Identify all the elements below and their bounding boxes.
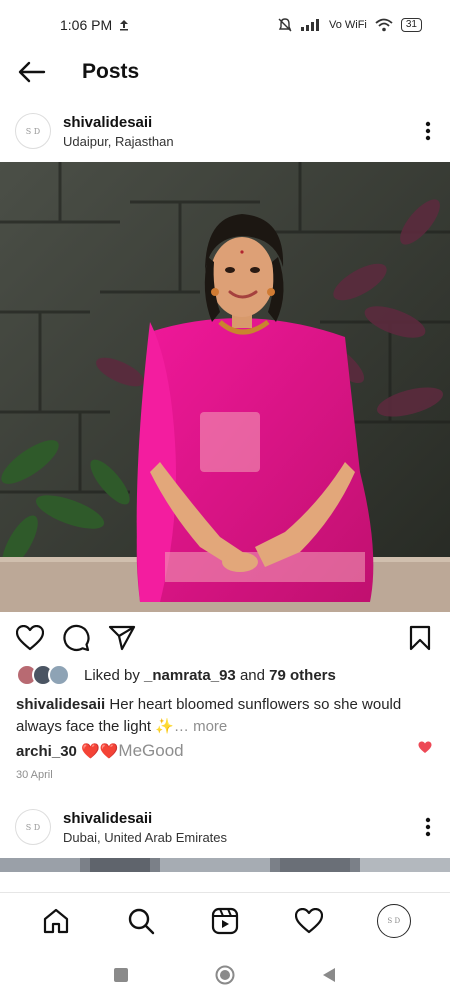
avatar xyxy=(48,664,70,686)
home-system-button[interactable] xyxy=(213,963,237,987)
recents-button[interactable] xyxy=(109,963,133,987)
system-navigation xyxy=(0,950,450,1000)
post-user-info: shivalidesaii Dubai, United Arab Emirate… xyxy=(63,810,227,845)
post-date: 30 April xyxy=(16,769,53,781)
arrow-left-icon xyxy=(18,61,46,83)
status-bar: 1:06 PM Vo WiFi 31 xyxy=(0,0,450,50)
post-header: S D shivalidesaii Udaipur, Rajasthan xyxy=(0,103,450,159)
page-title: Posts xyxy=(82,60,140,83)
overlay-watermark-text: MeGood xyxy=(118,741,184,760)
liker-username[interactable]: _namrata_93 xyxy=(144,667,236,684)
post-actions xyxy=(0,620,450,656)
upload-icon xyxy=(120,20,129,31)
avatar: S D xyxy=(376,903,411,938)
caption-username[interactable]: shivalidesaii xyxy=(16,696,105,713)
nav-profile-button[interactable]: S D xyxy=(372,899,416,943)
nav-activity-button[interactable] xyxy=(287,899,331,943)
square-icon xyxy=(114,968,128,982)
status-time-group: 1:06 PM xyxy=(60,17,130,33)
post-username[interactable]: shivalidesaii xyxy=(63,114,174,131)
heart-icon xyxy=(295,907,324,933)
network-label: Vo WiFi xyxy=(328,19,367,31)
post-user-info: shivalidesaii Udaipur, Rajasthan xyxy=(63,114,174,149)
more-options-button[interactable] xyxy=(406,109,450,153)
liker-avatars xyxy=(16,664,70,686)
avatar[interactable]: S D xyxy=(15,809,51,845)
post-location[interactable]: Udaipur, Rajasthan xyxy=(63,134,174,149)
like-button[interactable] xyxy=(16,624,44,652)
send-icon xyxy=(108,625,136,651)
save-button[interactable] xyxy=(406,624,434,652)
likes-and: and xyxy=(239,666,265,684)
nav-home-button[interactable] xyxy=(34,899,78,943)
bottom-navigation: S D xyxy=(0,892,450,948)
share-button[interactable] xyxy=(108,624,136,652)
post-image[interactable] xyxy=(0,162,450,612)
likes-count[interactable]: 79 others xyxy=(269,667,336,684)
wifi-icon xyxy=(375,18,393,32)
comment-button[interactable] xyxy=(62,624,90,652)
top-header: Posts xyxy=(0,50,450,94)
more-vertical-icon xyxy=(425,817,431,837)
post-username[interactable]: shivalidesaii xyxy=(63,810,227,827)
nav-search-button[interactable] xyxy=(119,899,163,943)
post-image[interactable] xyxy=(0,858,450,872)
signal-icon xyxy=(300,19,319,31)
status-icons: Vo WiFi 31 xyxy=(277,17,422,33)
search-icon xyxy=(128,908,154,934)
post-location[interactable]: Dubai, United Arab Emirates xyxy=(63,830,227,845)
comment-icon xyxy=(63,624,90,652)
comment-text: ❤️❤️ xyxy=(81,743,119,760)
post-header: S D shivalidesaii Dubai, United Arab Emi… xyxy=(0,799,450,855)
nav-reels-button[interactable] xyxy=(203,899,247,943)
likes-prefix: Liked by xyxy=(84,666,140,684)
comment-like-icon[interactable] xyxy=(418,741,432,754)
heart-outline-icon xyxy=(16,625,44,651)
home-icon xyxy=(44,908,69,933)
avatar[interactable]: S D xyxy=(15,113,51,149)
triangle-back-icon xyxy=(323,968,335,982)
comment-preview: archi_30 ❤️❤️ MeGood xyxy=(16,741,436,761)
battery-icon: 31 xyxy=(400,18,422,32)
caption-more-link[interactable]: … more xyxy=(174,718,227,735)
back-button[interactable] xyxy=(2,50,62,94)
reels-icon xyxy=(211,907,239,934)
bell-muted-icon xyxy=(278,18,292,32)
back-system-button[interactable] xyxy=(317,963,341,987)
post-photo-illustration xyxy=(0,162,450,612)
comment-username[interactable]: archi_30 xyxy=(16,743,77,760)
more-vertical-icon xyxy=(425,121,431,141)
likes-summary[interactable]: Liked by _namrata_93 and 79 others xyxy=(16,664,336,686)
more-options-button[interactable] xyxy=(406,805,450,849)
city-photo-strip xyxy=(0,858,450,872)
post-caption: shivalidesaii Her heart bloomed sunflowe… xyxy=(16,694,436,738)
circle-icon xyxy=(215,965,235,985)
status-time: 1:06 PM xyxy=(60,17,113,33)
bookmark-icon xyxy=(409,625,431,651)
